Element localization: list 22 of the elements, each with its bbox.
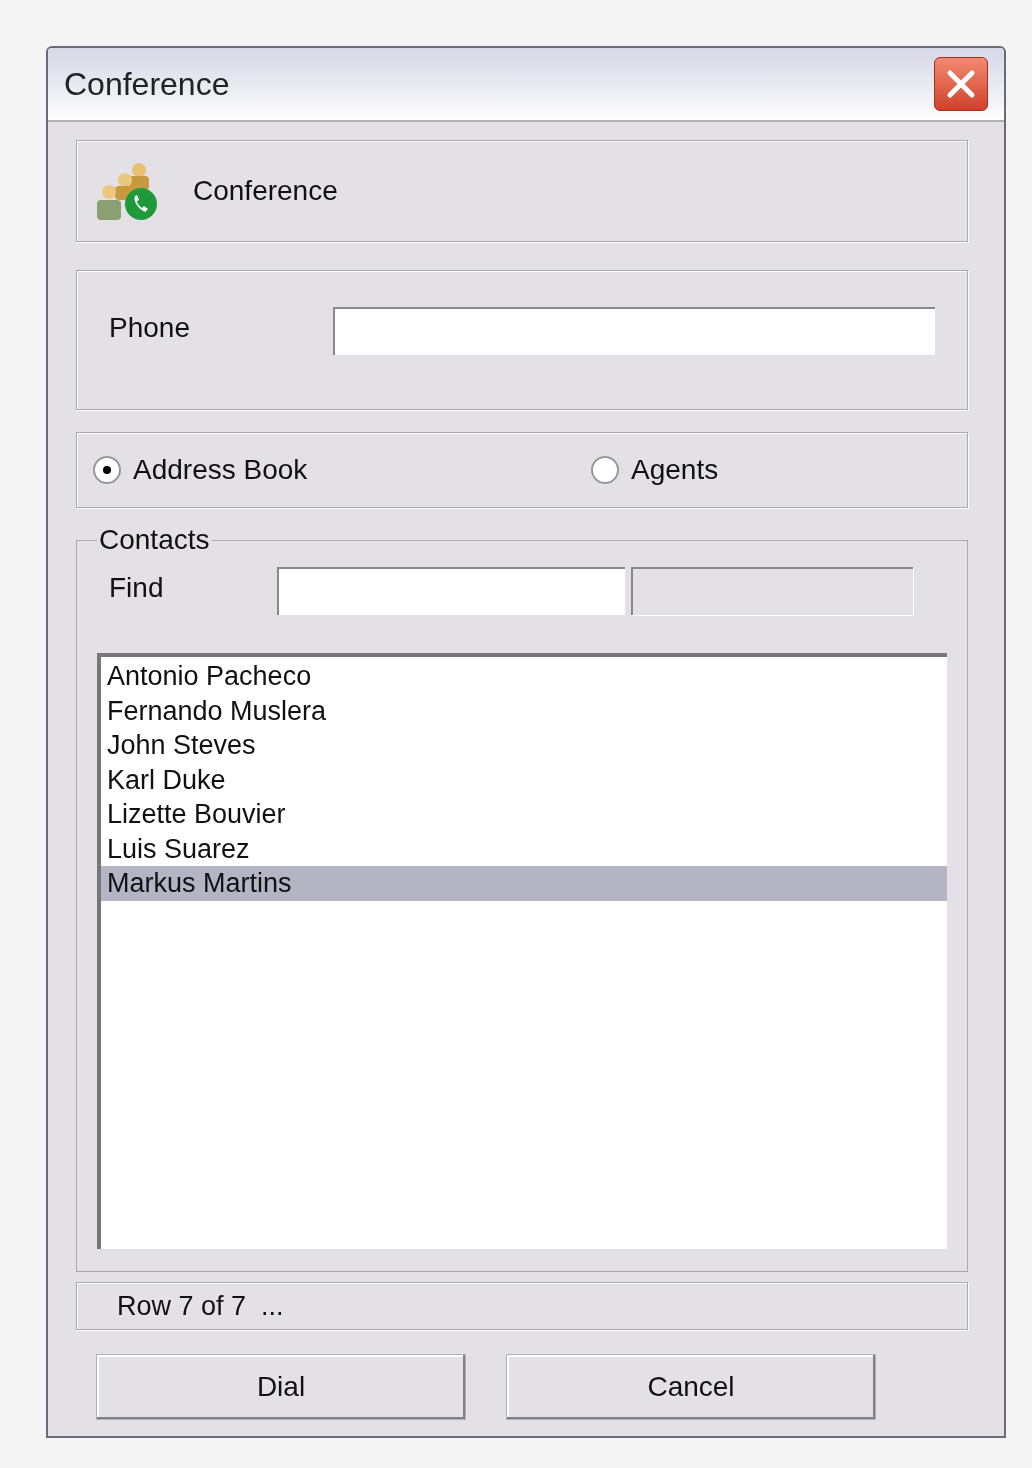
contact-row[interactable]: Lizette Bouvier bbox=[101, 797, 947, 832]
close-button[interactable] bbox=[934, 57, 988, 111]
radio-label: Agents bbox=[631, 453, 719, 487]
contact-row[interactable]: Markus Martins bbox=[101, 866, 947, 901]
header-title: Conference bbox=[193, 174, 338, 208]
dialog-button[interactable]: Dial bbox=[96, 1354, 466, 1420]
status-text: Row 7 of 7 ... bbox=[117, 1289, 284, 1323]
contact-row[interactable]: Antonio Pacheco bbox=[101, 659, 947, 694]
contact-row[interactable]: Luis Suarez bbox=[101, 831, 947, 866]
contact-row[interactable]: Fernando Muslera bbox=[101, 693, 947, 728]
find-input[interactable] bbox=[277, 567, 625, 615]
contact-row[interactable]: John Steves bbox=[101, 728, 947, 763]
dialog-button[interactable]: Cancel bbox=[506, 1354, 876, 1420]
contact-row[interactable]: Karl Duke bbox=[101, 762, 947, 797]
window-title: Conference bbox=[64, 65, 230, 104]
phone-input[interactable] bbox=[333, 307, 935, 355]
close-icon bbox=[946, 69, 976, 99]
radio-button[interactable] bbox=[93, 456, 121, 484]
find-label: Find bbox=[108, 571, 165, 605]
radio-label: Address Book bbox=[133, 453, 308, 487]
phone-label: Phone bbox=[109, 311, 191, 345]
radio-button[interactable] bbox=[591, 456, 619, 484]
